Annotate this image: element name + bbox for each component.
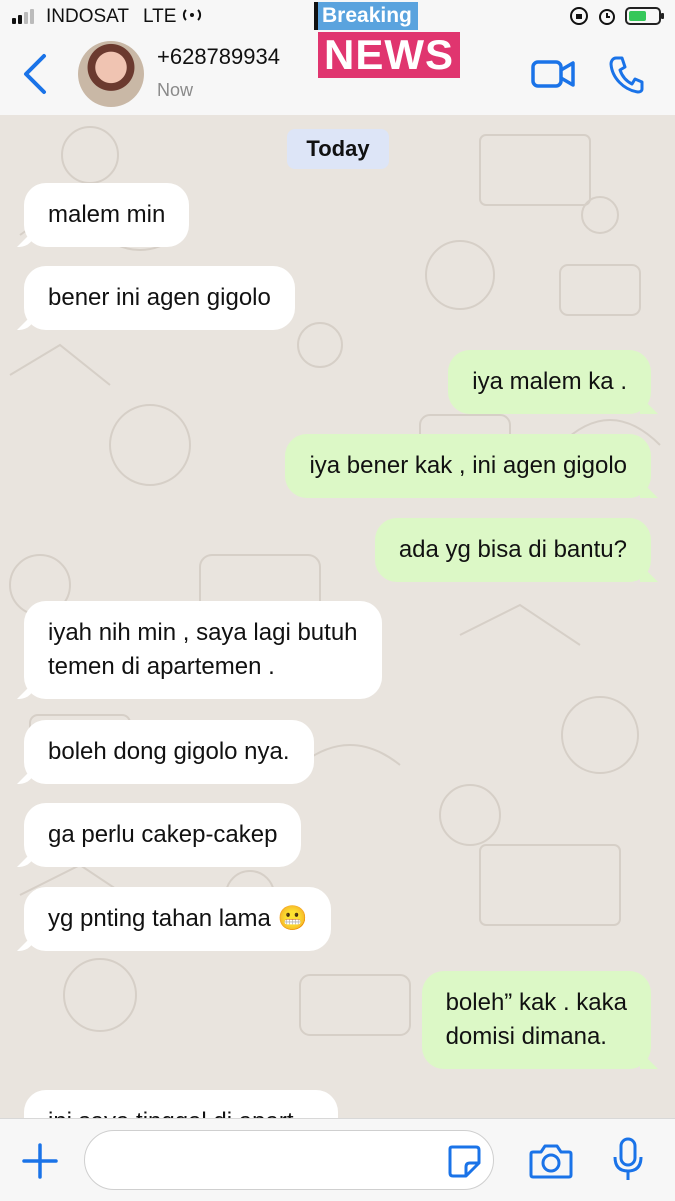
message-bubble-incoming[interactable]: malem min <box>24 183 190 247</box>
message-bubble-outgoing[interactable]: iya malem ka . <box>448 350 651 414</box>
news-banner: NEWS <box>318 32 460 78</box>
sticker-button[interactable] <box>446 1143 482 1179</box>
message-line: boleh” kak . kaka <box>445 989 627 1016</box>
signal-strength-icon <box>12 9 34 24</box>
chevron-left-icon <box>24 54 46 94</box>
camera-button[interactable] <box>528 1141 574 1181</box>
message-bubble-incoming[interactable]: ga perlu cakep-cakep <box>24 803 302 867</box>
message-bubble-incoming[interactable]: bener ini agen gigolo <box>24 266 295 330</box>
message-line: iyah nih min , saya lagi butuh <box>48 619 358 646</box>
hotspot-icon <box>182 6 202 29</box>
status-bar: INDOSAT LTE Breaking <box>0 0 675 34</box>
battery-icon <box>625 7 664 25</box>
message-line: temen di apartemen . <box>48 653 275 680</box>
carrier-name: INDOSAT <box>46 6 130 27</box>
camera-icon <box>529 1144 573 1179</box>
orientation-lock-icon <box>570 7 588 25</box>
message-input[interactable] <box>84 1130 494 1190</box>
phone-icon <box>609 56 644 94</box>
sticker-icon <box>448 1145 481 1178</box>
message-bubble-incoming[interactable]: boleh dong gigolo nya. <box>24 720 314 784</box>
message-line: domisi dimana. <box>445 1023 607 1050</box>
avatar[interactable] <box>78 41 144 107</box>
message-bubble-outgoing[interactable]: ada yg bisa di bantu? <box>374 518 651 582</box>
message-bubble-incoming[interactable]: iyah nih min , saya lagi butuh temen di … <box>24 601 382 699</box>
contact-status: Now <box>157 80 194 100</box>
message-composer <box>0 1118 675 1201</box>
message-bubble-incoming[interactable]: yg pnting tahan lama 😬 <box>24 887 332 951</box>
network-type: LTE <box>143 6 177 27</box>
chat-header: +628789934 Now NEWS <box>0 32 675 116</box>
video-call-button[interactable] <box>530 56 576 92</box>
attach-button[interactable] <box>20 1141 60 1181</box>
breaking-banner: Breaking <box>314 2 418 30</box>
day-separator: Today <box>287 129 389 169</box>
voice-call-button[interactable] <box>608 54 644 94</box>
message-bubble-outgoing[interactable]: boleh” kak . kaka domisi dimana. <box>421 971 651 1069</box>
battery-level <box>629 11 646 21</box>
plus-icon <box>22 1143 58 1179</box>
status-icons <box>569 6 664 26</box>
voice-message-button[interactable] <box>612 1137 644 1183</box>
message-bubble-outgoing[interactable]: iya bener kak , ini agen gigolo <box>285 434 651 498</box>
microphone-icon <box>613 1137 643 1180</box>
back-button[interactable] <box>18 52 54 96</box>
video-camera-icon <box>531 60 575 88</box>
contact-name[interactable]: +628789934 <box>157 44 280 70</box>
alarm-icon <box>599 9 615 25</box>
